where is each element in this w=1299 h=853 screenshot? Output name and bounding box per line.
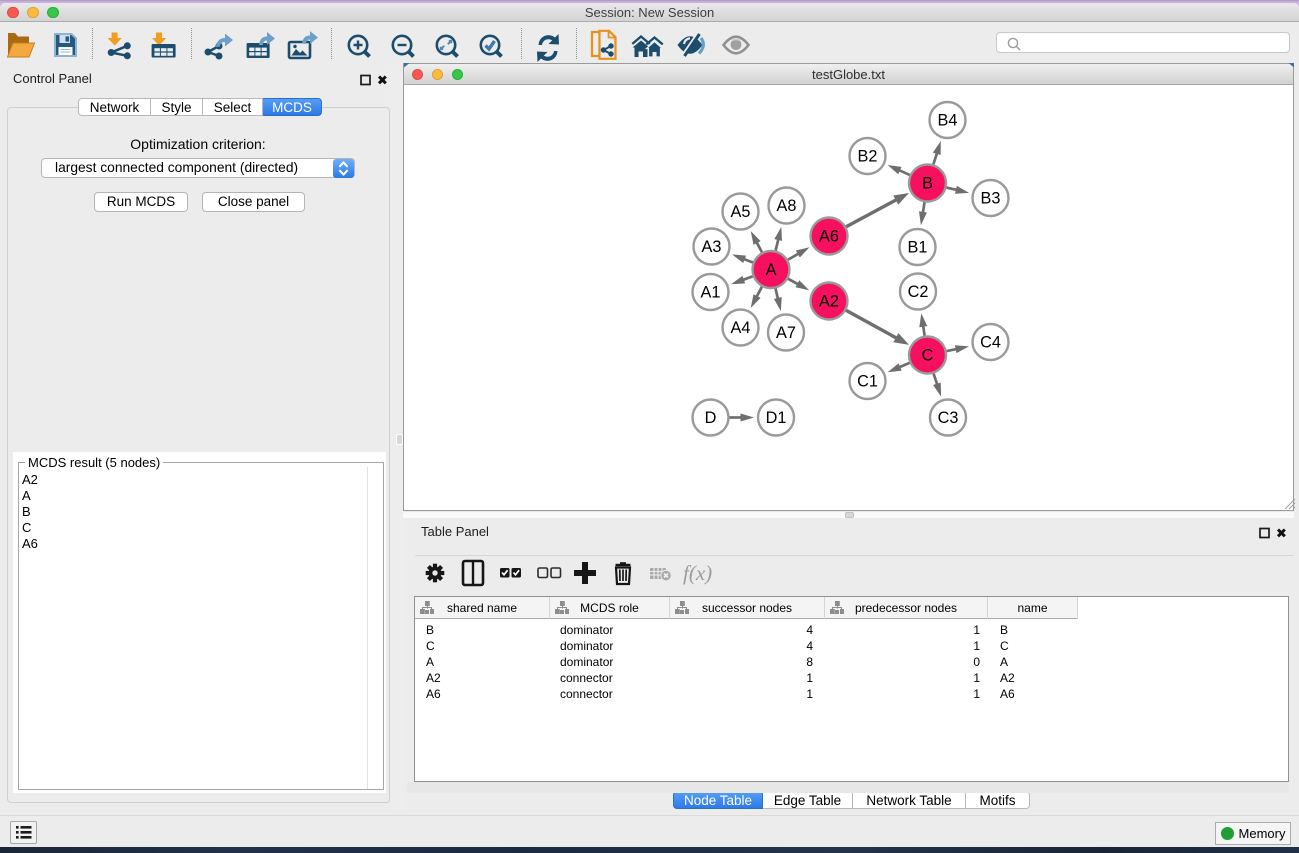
svg-text:D: D — [705, 409, 717, 427]
svg-text:A3: A3 — [702, 238, 722, 256]
svg-text:B: B — [922, 175, 933, 193]
svg-text:C4: C4 — [980, 334, 1001, 352]
svg-text:A6: A6 — [819, 228, 839, 246]
svg-text:B1: B1 — [908, 239, 928, 257]
svg-text:A4: A4 — [731, 319, 751, 337]
svg-text:C3: C3 — [938, 409, 959, 427]
svg-text:A5: A5 — [731, 203, 751, 221]
svg-text:D1: D1 — [766, 409, 787, 427]
svg-text:C: C — [922, 347, 934, 365]
svg-text:B2: B2 — [858, 148, 878, 166]
svg-text:C1: C1 — [857, 373, 878, 391]
svg-text:B4: B4 — [938, 112, 958, 130]
svg-text:A8: A8 — [777, 197, 797, 215]
svg-text:A2: A2 — [819, 293, 839, 311]
svg-text:A7: A7 — [776, 324, 796, 342]
svg-text:A: A — [766, 261, 777, 279]
svg-text:f(x): f(x) — [683, 561, 712, 585]
svg-text:A1: A1 — [701, 284, 721, 302]
svg-text:C2: C2 — [908, 283, 929, 301]
svg-text:B3: B3 — [981, 190, 1001, 208]
